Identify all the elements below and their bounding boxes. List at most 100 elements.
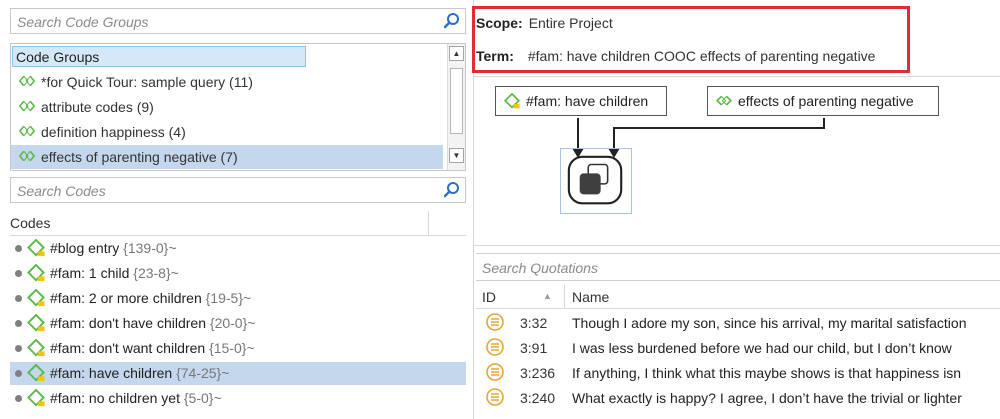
code-group-icon (715, 95, 733, 106)
code-name: #fam: 2 or more children (50, 290, 202, 306)
divider (474, 245, 1000, 246)
code-count: {23-8}~ (133, 265, 179, 281)
status-dot-icon (15, 270, 22, 277)
status-dot-icon (15, 370, 22, 377)
diagram-node-group-label: effects of parenting negative (738, 93, 914, 109)
code-name: #fam: don't have children (50, 315, 206, 331)
code-item[interactable]: #fam: no children yet {5-0}~ (10, 387, 466, 410)
scope-row: Scope: Entire Project (476, 15, 613, 31)
code-name: #fam: no children yet (50, 390, 180, 406)
scroll-down-arrow-icon[interactable]: ▼ (449, 148, 464, 163)
status-dot-icon (15, 345, 22, 352)
term-row: Term: #fam: have children COOC effects of… (476, 48, 875, 64)
code-item[interactable]: #fam: don't have children {20-0}~ (10, 312, 466, 335)
quotations-search-placeholder: Search Quotations (482, 260, 598, 276)
code-count: {19-5}~ (205, 290, 252, 306)
code-name: #fam: have children (50, 365, 173, 381)
code-label: #fam: 1 child {23-8}~ (50, 265, 179, 281)
quotation-icon (486, 338, 504, 356)
quotation-row[interactable]: 3:236 If anything, I think what this mayb… (476, 361, 1000, 384)
quotation-text: I was less burdened before we had our ch… (572, 340, 952, 356)
quotations-column-header[interactable]: ID ▲ Name (476, 285, 1000, 309)
quotation-text: Though I adore my son, since his arrival… (572, 315, 967, 331)
code-item[interactable]: #fam: 1 child {23-8}~ (10, 262, 466, 285)
quotation-icon (486, 363, 504, 381)
code-group-item[interactable]: effects of parenting negative (7) (11, 145, 443, 169)
code-groups-scrollbar[interactable]: ▲ ▼ (447, 44, 465, 170)
code-icon (27, 289, 45, 307)
code-group-item[interactable]: definition happiness (4) (11, 120, 443, 144)
term-label: Term: (476, 48, 514, 64)
code-groups-list[interactable]: Code Groups *for Quick Tour: sample quer… (10, 43, 466, 171)
code-name: #fam: don't want children (50, 340, 206, 356)
code-item[interactable]: #fam: don't want children {15-0}~ (10, 337, 466, 360)
code-group-item[interactable]: attribute codes (9) (11, 95, 443, 119)
query-summary-box: Scope: Entire Project Term: #fam: have chi… (472, 6, 910, 73)
quotation-row[interactable]: 3:91 I was less burdened before we had ou… (476, 336, 1000, 359)
code-icon (27, 239, 45, 257)
quotation-text: What exactly is happy? I agree, I don’t … (572, 390, 962, 406)
status-dot-icon (15, 395, 22, 402)
scroll-thumb[interactable] (450, 68, 463, 134)
codes-search[interactable]: Search Codes (10, 177, 466, 203)
code-groups-header[interactable]: Code Groups (12, 46, 306, 67)
code-group-icon (19, 125, 35, 137)
cooccurrence-operator[interactable] (560, 148, 632, 214)
code-item[interactable]: #fam: 2 or more children {19-5}~ (10, 287, 466, 310)
scroll-up-arrow-icon[interactable]: ▲ (449, 46, 464, 61)
quotation-row[interactable]: 3:240 What exactly is happy? I agree, I d… (476, 386, 1000, 409)
code-icon (27, 364, 45, 382)
quotation-icon (486, 388, 504, 406)
quotation-id: 3:32 (520, 315, 548, 331)
search-icon[interactable] (443, 181, 461, 199)
code-count: {20-0}~ (209, 315, 256, 331)
quotation-id: 3:240 (520, 390, 556, 406)
column-id[interactable]: ID (482, 289, 496, 305)
status-dot-icon (15, 245, 22, 252)
code-name: #fam: 1 child (50, 265, 130, 281)
codes-column-header[interactable]: Codes (10, 211, 466, 236)
code-icon (27, 389, 45, 407)
code-label: #fam: don't want children {15-0}~ (50, 340, 255, 356)
quotations-search[interactable]: Search Quotations (476, 253, 1000, 281)
code-group-icon (19, 75, 35, 87)
code-count: {15-0}~ (209, 340, 255, 356)
code-count: {139-0}~ (123, 240, 177, 256)
code-count: {5-0}~ (183, 390, 222, 406)
diagram-node-code[interactable]: #fam: have children (495, 86, 667, 116)
code-label: #blog entry {139-0}~ (50, 240, 177, 256)
column-name[interactable]: Name (572, 289, 609, 305)
code-groups-search[interactable]: Search Code Groups (10, 8, 466, 34)
status-dot-icon (15, 295, 22, 302)
codes-header-label: Codes (10, 215, 51, 231)
code-label: #fam: have children {74-25}~ (50, 365, 229, 381)
quotation-row[interactable]: 3:32 Though I adore my son, since his arr… (476, 311, 1000, 334)
term-value: #fam: have children COOC effects of pare… (527, 48, 876, 64)
code-item[interactable]: #fam: have children {74-25}~ (10, 362, 466, 385)
right-panel: Scope: Entire Project Term: #fam: have chi… (472, 0, 1000, 419)
code-icon (503, 93, 521, 109)
code-group-icon (19, 100, 35, 112)
code-groups-header-label: Code Groups (16, 49, 100, 65)
code-icon (27, 339, 45, 357)
diagram-node-code-label: #fam: have children (526, 93, 649, 109)
quotation-id: 3:91 (520, 340, 548, 356)
quotation-icon (486, 313, 504, 331)
quotation-text: If anything, I think what this maybe sho… (572, 365, 962, 381)
search-icon[interactable] (443, 12, 461, 30)
quotation-id: 3:236 (520, 365, 556, 381)
code-item[interactable]: #blog entry {139-0}~ (10, 237, 466, 260)
code-icon (27, 314, 45, 332)
code-count: {74-25}~ (176, 365, 230, 381)
left-panel: Search Code Groups Code Groups *for Quic… (0, 0, 474, 419)
status-dot-icon (15, 320, 22, 327)
code-label: #fam: don't have children {20-0}~ (50, 315, 255, 331)
column-divider[interactable] (428, 211, 429, 236)
scope-value: Entire Project (528, 15, 613, 31)
diagram-node-group[interactable]: effects of parenting negative (707, 86, 939, 116)
code-label: #fam: 2 or more children {19-5}~ (50, 290, 251, 306)
code-groups-search-placeholder: Search Code Groups (17, 14, 149, 30)
code-group-item[interactable]: *for Quick Tour: sample query (11) (11, 70, 443, 94)
sort-ascending-icon[interactable]: ▲ (543, 291, 552, 301)
column-divider[interactable] (564, 285, 565, 309)
